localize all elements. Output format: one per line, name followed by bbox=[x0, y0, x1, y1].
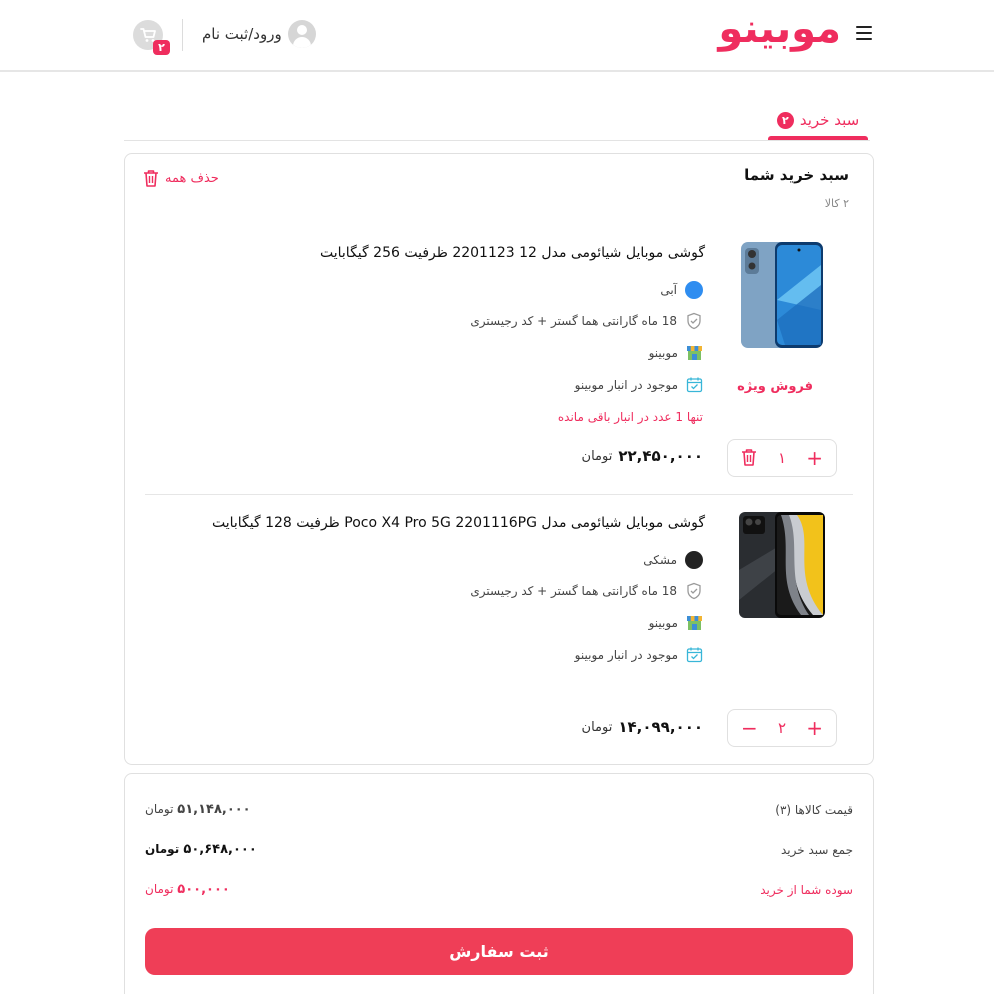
cart-total-label: جمع سبد خرید bbox=[780, 842, 853, 857]
header-divider bbox=[182, 19, 183, 51]
calendar-check-icon bbox=[686, 377, 703, 393]
trash-icon bbox=[742, 448, 757, 466]
shield-check-icon bbox=[687, 312, 701, 330]
warranty-text: 18 ماه گارانتی هما گستر + کد رجیستری bbox=[470, 584, 677, 598]
remove-item-button[interactable] bbox=[735, 448, 763, 469]
submit-order-button[interactable]: ثبت سفارش bbox=[145, 928, 853, 975]
product-color: مشکی bbox=[643, 551, 703, 569]
tab-cart[interactable]: سبد خرید ۲ bbox=[768, 100, 868, 140]
stock-status: موجود در انبار موبینو bbox=[574, 647, 678, 662]
price-currency: تومان bbox=[581, 719, 613, 735]
site-header: موبینو ورود/ثبت نام ۲ bbox=[0, 0, 994, 72]
tab-cart-label: سبد خرید bbox=[799, 111, 860, 129]
cart-item-count: ۲ کالا bbox=[824, 197, 849, 210]
product-stock: موجود در انبار موبینو bbox=[575, 376, 703, 393]
trash-icon bbox=[144, 170, 158, 187]
increase-quantity-button[interactable]: + bbox=[801, 718, 829, 738]
tab-active-indicator bbox=[768, 136, 868, 140]
tab-cart-count: ۲ bbox=[776, 111, 794, 129]
product-warranty: 18 ماه گارانتی هما گستر + کد رجیستری bbox=[470, 582, 703, 600]
product-color: آبی bbox=[660, 281, 703, 299]
price-currency: تومان bbox=[581, 448, 613, 464]
quantity-value: ۲ bbox=[777, 719, 787, 737]
product-stock: موجود در انبار موبینو bbox=[575, 646, 703, 663]
order-summary: قیمت کالاها (۳) ۵۱,۱۴۸,۰۰۰ تومان جمع سبد… bbox=[124, 773, 874, 994]
quantity-stepper: + ۱ bbox=[727, 439, 837, 477]
product-image-poco-x4-pro[interactable] bbox=[735, 510, 829, 620]
site-logo[interactable]: موبینو bbox=[718, 6, 842, 52]
hamburger-menu-icon[interactable] bbox=[856, 26, 872, 40]
increase-quantity-button[interactable]: + bbox=[801, 448, 829, 468]
product-seller: موبینو bbox=[649, 615, 703, 631]
low-stock-warning: تنها 1 عدد در انبار باقی مانده bbox=[557, 410, 703, 424]
cart-total-amount: ۵۰,۶۴۸,۰۰۰ تومان bbox=[145, 842, 257, 857]
quantity-value: ۱ bbox=[777, 449, 787, 467]
stock-status: موجود در انبار موبینو bbox=[574, 377, 678, 392]
cart-panel: سبد خرید شما ۲ کالا حذف همه فروش ویژه گو… bbox=[124, 153, 874, 765]
tab-baseline bbox=[124, 140, 870, 141]
calendar-check-icon bbox=[686, 647, 703, 663]
seller-name: موبینو bbox=[648, 346, 678, 360]
delete-all-button[interactable]: حذف همه bbox=[143, 169, 219, 187]
seller-name: موبینو bbox=[648, 616, 678, 630]
quantity-stepper: + ۲ − bbox=[727, 709, 837, 747]
profit-label: سوده شما از خرید bbox=[760, 882, 853, 897]
product-image-xiaomi-12[interactable] bbox=[735, 240, 829, 350]
special-sale-badge: فروش ویژه bbox=[737, 379, 813, 394]
product-seller: موبینو bbox=[649, 345, 703, 361]
cart-title: سبد خرید شما bbox=[744, 166, 849, 184]
decrease-quantity-button[interactable]: − bbox=[735, 718, 763, 738]
warranty-text: 18 ماه گارانتی هما گستر + کد رجیستری bbox=[470, 314, 677, 328]
shield-check-icon bbox=[687, 582, 701, 600]
profit-amount: ۵۰۰,۰۰۰ تومان bbox=[145, 882, 230, 897]
product-title[interactable]: گوشی موبایل شیائومی مدل Poco X4 Pro 5G 2… bbox=[212, 515, 705, 531]
summary-total-row: جمع سبد خرید ۵۰,۶۴۸,۰۰۰ تومان bbox=[145, 842, 853, 857]
product-title[interactable]: گوشی موبایل شیائومی مدل 12 2201123 ظرفیت… bbox=[320, 245, 705, 261]
summary-profit-row: سوده شما از خرید ۵۰۰,۰۰۰ تومان bbox=[145, 882, 853, 897]
price-value: ۲۲,۴۵۰,۰۰۰ bbox=[618, 447, 703, 465]
item-divider bbox=[145, 494, 853, 495]
store-icon bbox=[687, 616, 702, 630]
product-price: ۱۴,۰۹۹,۰۰۰ تومان bbox=[582, 718, 703, 736]
color-name: آبی bbox=[660, 283, 677, 297]
items-price-amount: ۵۱,۱۴۸,۰۰۰ تومان bbox=[145, 802, 251, 817]
cart-count-badge: ۲ bbox=[153, 40, 170, 55]
login-register-label: ورود/ثبت نام bbox=[202, 25, 282, 43]
user-avatar-icon bbox=[287, 20, 316, 48]
items-price-label: قیمت کالاها (۳) bbox=[775, 802, 853, 817]
store-icon bbox=[687, 346, 702, 360]
login-register-link[interactable]: ورود/ثبت نام bbox=[202, 20, 316, 48]
price-value: ۱۴,۰۹۹,۰۰۰ bbox=[618, 718, 703, 736]
color-swatch-black bbox=[685, 551, 703, 569]
product-warranty: 18 ماه گارانتی هما گستر + کد رجیستری bbox=[470, 312, 703, 330]
summary-items-price-row: قیمت کالاها (۳) ۵۱,۱۴۸,۰۰۰ تومان bbox=[145, 802, 853, 817]
product-price: ۲۲,۴۵۰,۰۰۰ تومان bbox=[582, 447, 703, 465]
delete-all-label: حذف همه bbox=[165, 170, 219, 186]
color-swatch-blue bbox=[685, 281, 703, 299]
color-name: مشکی bbox=[643, 553, 677, 567]
